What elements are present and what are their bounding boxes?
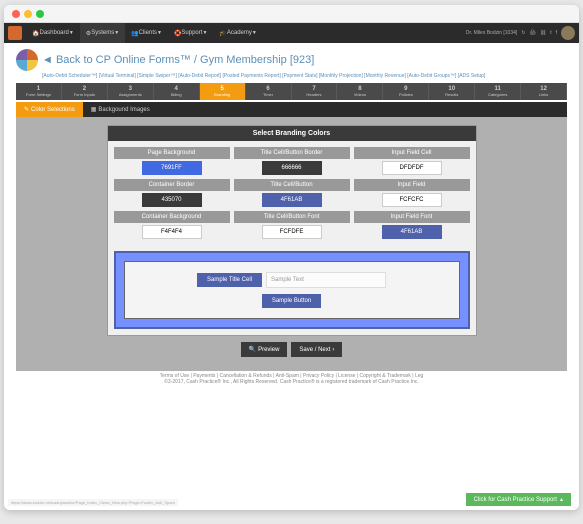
preview-box: Sample Title Cell Sample Text Sample But…: [114, 251, 470, 329]
color-label: Input Field: [354, 179, 470, 191]
app-logo-icon[interactable]: [8, 26, 22, 40]
color-cell-container-background: Container Background F4F4F4: [114, 211, 230, 239]
share-icon[interactable]: ⛓: [540, 30, 546, 36]
color-cell-title-cell-button-border: Title Cell/Button Border 666666: [234, 147, 350, 175]
nav-systems[interactable]: ⚙ Systems ▼: [80, 23, 125, 43]
step-billing[interactable]: 4Billing: [154, 83, 200, 100]
card-header: Select Branding Colors: [108, 126, 476, 141]
close-icon[interactable]: [12, 10, 20, 18]
step-headers[interactable]: 7Headers: [292, 83, 338, 100]
step-videos[interactable]: 8Videos: [337, 83, 383, 100]
color-input[interactable]: FCFCFC: [382, 193, 442, 207]
wizard-steps: 1Form Settings2Form Inputs3Assignments4B…: [16, 83, 567, 100]
maximize-icon[interactable]: [36, 10, 44, 18]
chevron-up-icon: ▴: [560, 496, 563, 503]
color-cell-page-background: Page Background 7691FF: [114, 147, 230, 175]
color-cell-title-cell-button: Title Cell/Button 4F61AB: [234, 179, 350, 207]
module-logo-icon: [16, 49, 38, 71]
step-links[interactable]: 12Links: [521, 83, 567, 100]
color-input[interactable]: DFDFDF: [382, 161, 442, 175]
nav-dashboard[interactable]: 🏠 Dashboard ▼: [26, 23, 80, 43]
branding-panel: Select Branding Colors Page Background 76…: [16, 117, 567, 371]
color-input[interactable]: 4F61AB: [382, 225, 442, 239]
color-label: Input Field Font: [354, 211, 470, 223]
color-label: Title Cell/Button: [234, 179, 350, 191]
color-label: Container Border: [114, 179, 230, 191]
footer-copyright: ©3-2017, Cash Practice® Inc., All Rights…: [18, 379, 565, 385]
sample-button[interactable]: Sample Button: [262, 294, 321, 308]
action-bar: 🔍Preview Save / Next›: [24, 336, 559, 363]
step-policies[interactable]: 9Policies: [383, 83, 429, 100]
nav-support[interactable]: 🛟 Support ▼: [168, 23, 213, 43]
preview-container: Sample Title Cell Sample Text Sample But…: [124, 261, 460, 319]
color-cell-container-border: Container Border 435070: [114, 179, 230, 207]
color-input[interactable]: 7691FF: [142, 161, 202, 175]
window-titlebar: [4, 5, 579, 23]
user-label[interactable]: Dr. Miles Bodzin [1034]: [466, 30, 517, 36]
step-results[interactable]: 10Results: [429, 83, 475, 100]
search-icon: 🔍: [249, 346, 256, 353]
support-button[interactable]: Click for Cash Practice Support▴: [466, 493, 571, 506]
save-next-button[interactable]: Save / Next›: [291, 342, 342, 357]
branding-card: Select Branding Colors Page Background 76…: [107, 125, 477, 336]
preview-button[interactable]: 🔍Preview: [241, 342, 288, 357]
nav-clients[interactable]: 👥 Clients ▼: [125, 23, 168, 43]
step-timer[interactable]: 6Timer: [246, 83, 292, 100]
color-label: Page Background: [114, 147, 230, 159]
step-categories[interactable]: 11Categories: [475, 83, 521, 100]
color-cell-title-cell-button-font: Title Cell/Button Font FCFDFE: [234, 211, 350, 239]
step-branding[interactable]: 5Branding: [200, 83, 246, 100]
color-input[interactable]: FCFDFE: [262, 225, 322, 239]
pencil-icon: ✎: [24, 106, 29, 113]
page-header: ◄ Back to CP Online Forms™ / Gym Members…: [16, 49, 567, 71]
step-form-settings[interactable]: 1Form Settings: [16, 83, 62, 100]
color-label: Container Background: [114, 211, 230, 223]
color-input[interactable]: F4F4F4: [142, 225, 202, 239]
color-input[interactable]: 4F61AB: [262, 193, 322, 207]
image-icon: ▦: [91, 106, 97, 113]
sample-title-cell: Sample Title Cell: [197, 273, 262, 287]
color-input[interactable]: 666666: [262, 161, 322, 175]
nav-academy[interactable]: 🎓 Academy ▼: [213, 23, 262, 43]
status-url: https://www.bodzin.net/cashpractice/Page…: [8, 499, 178, 506]
sublinks[interactable]: [Auto-Debit Scheduler™] [Virtual Termina…: [42, 73, 567, 79]
color-grid: Page Background 7691FF Title Cell/Button B…: [108, 141, 476, 245]
minimize-icon[interactable]: [24, 10, 32, 18]
twitter-icon[interactable]: t: [550, 30, 551, 36]
color-cell-input-field: Input Field FCFCFC: [354, 179, 470, 207]
top-nav: 🏠 Dashboard ▼ ⚙ Systems ▼ 👥 Clients ▼ 🛟 …: [4, 23, 579, 43]
color-input[interactable]: 435070: [142, 193, 202, 207]
avatar[interactable]: [561, 26, 575, 40]
color-label: Title Cell/Button Font: [234, 211, 350, 223]
facebook-icon[interactable]: f: [556, 30, 557, 36]
tab-background-images[interactable]: ▦Backgound Images: [83, 102, 158, 117]
color-label: Title Cell/Button Border: [234, 147, 350, 159]
color-label: Input Field Cell: [354, 147, 470, 159]
sample-input[interactable]: Sample Text: [266, 272, 386, 288]
color-cell-input-field-font: Input Field Font 4F61AB: [354, 211, 470, 239]
step-assignments[interactable]: 3Assignments: [108, 83, 154, 100]
tab-color-selections[interactable]: ✎Color Selections: [16, 102, 83, 117]
step-form-inputs[interactable]: 2Form Inputs: [62, 83, 108, 100]
refresh-icon[interactable]: ↻: [521, 30, 525, 36]
subtabs: ✎Color Selections ▦Backgound Images: [16, 102, 567, 117]
footer: Terms of Use | Payments | Cancellation &…: [16, 371, 567, 387]
chevron-right-icon: ›: [332, 347, 334, 353]
page-title[interactable]: ◄ Back to CP Online Forms™ / Gym Members…: [42, 54, 314, 66]
color-cell-input-field-cell: Input Field Cell DFDFDF: [354, 147, 470, 175]
print-icon[interactable]: 🖨: [530, 30, 536, 36]
